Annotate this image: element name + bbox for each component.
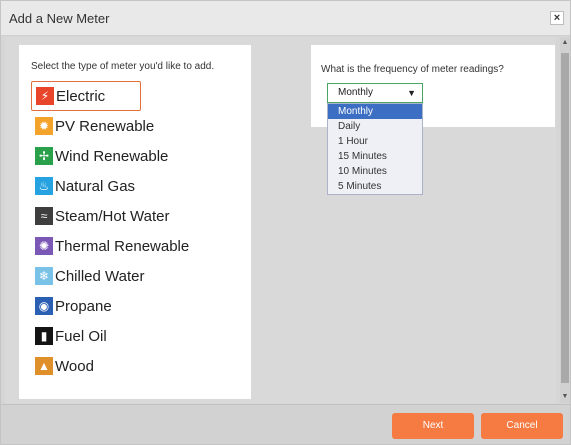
meter-option-label: PV Renewable — [55, 117, 155, 135]
frequency-option[interactable]: Daily — [328, 119, 422, 134]
frequency-option[interactable]: 1 Hour — [328, 134, 422, 149]
meter-option-label: Propane — [55, 297, 112, 315]
wind-icon: ✢ — [35, 147, 53, 165]
meter-option[interactable]: ❄ Chilled Water — [31, 261, 243, 291]
dialog-titlebar: Add a New Meter × — [1, 1, 570, 36]
meter-option[interactable]: ▲ Wood — [31, 351, 243, 381]
close-button[interactable]: × — [550, 11, 564, 25]
meter-option-label: Chilled Water — [55, 267, 145, 285]
scroll-thumb[interactable] — [561, 53, 569, 383]
meter-option-label: Natural Gas — [55, 177, 136, 195]
frequency-option[interactable]: 10 Minutes — [328, 164, 422, 179]
dialog-footer: Next Cancel — [1, 404, 570, 444]
natural-gas-icon: ♨ — [35, 177, 53, 195]
meter-type-panel: Select the type of meter you'd like to a… — [19, 45, 251, 399]
propane-icon: ◉ — [35, 297, 53, 315]
chilled-water-icon: ❄ — [35, 267, 53, 285]
scroll-up-icon[interactable]: ▲ — [561, 39, 569, 47]
add-meter-dialog: Add a New Meter × Select the type of met… — [0, 0, 571, 445]
dialog-title: Add a New Meter — [9, 11, 110, 26]
meter-option[interactable]: ⚡ Electric — [31, 81, 141, 111]
scroll-down-icon[interactable]: ▼ — [561, 393, 569, 401]
frequency-option[interactable]: 5 Minutes — [328, 179, 422, 194]
meter-option-label: Electric — [56, 87, 106, 105]
meter-option[interactable]: ♨ Natural Gas — [31, 171, 243, 201]
frequency-option[interactable]: 15 Minutes — [328, 149, 422, 164]
chevron-down-icon: ▼ — [407, 88, 416, 98]
next-button[interactable]: Next — [392, 413, 474, 439]
meter-option[interactable]: ✺ Thermal Renewable — [31, 231, 243, 261]
meter-option-label: Wood — [55, 357, 94, 375]
meter-option[interactable]: ▮ Fuel Oil — [31, 321, 243, 351]
fuel-oil-icon: ▮ — [35, 327, 53, 345]
thermal-icon: ✺ — [35, 237, 53, 255]
frequency-prompt: What is the frequency of meter readings? — [321, 64, 504, 75]
wood-icon: ▲ — [35, 357, 53, 375]
frequency-dropdown-list: Monthly Daily 1 Hour 15 Minutes 10 Minutes 5 … — [327, 103, 423, 195]
frequency-option[interactable]: Monthly — [328, 104, 422, 119]
frequency-select[interactable]: Monthly ▼ — [327, 83, 423, 103]
meter-option[interactable]: ≈ Steam/Hot Water — [31, 201, 243, 231]
meter-type-prompt: Select the type of meter you'd like to a… — [31, 61, 215, 72]
meter-option[interactable]: ◉ Propane — [31, 291, 243, 321]
electric-icon: ⚡ — [36, 87, 54, 105]
cancel-button[interactable]: Cancel — [481, 413, 563, 439]
frequency-panel: What is the frequency of meter readings?… — [311, 45, 555, 195]
dialog-content: Select the type of meter you'd like to a… — [5, 37, 556, 403]
meter-option[interactable]: ✹ PV Renewable — [31, 111, 243, 141]
steam-icon: ≈ — [35, 207, 53, 225]
meter-type-list: ⚡ Electric ✹ PV Renewable ✢ Wind Renewable ♨ Na… — [31, 81, 243, 381]
meter-option[interactable]: ✢ Wind Renewable — [31, 141, 243, 171]
meter-option-label: Wind Renewable — [55, 147, 169, 165]
frequency-select-value: Monthly — [338, 87, 374, 98]
meter-option-label: Fuel Oil — [55, 327, 107, 345]
meter-option-label: Steam/Hot Water — [55, 207, 170, 225]
meter-option-label: Thermal Renewable — [55, 237, 190, 255]
pv-renewable-icon: ✹ — [35, 117, 53, 135]
scrollbar[interactable]: ▲ ▼ — [560, 37, 570, 403]
